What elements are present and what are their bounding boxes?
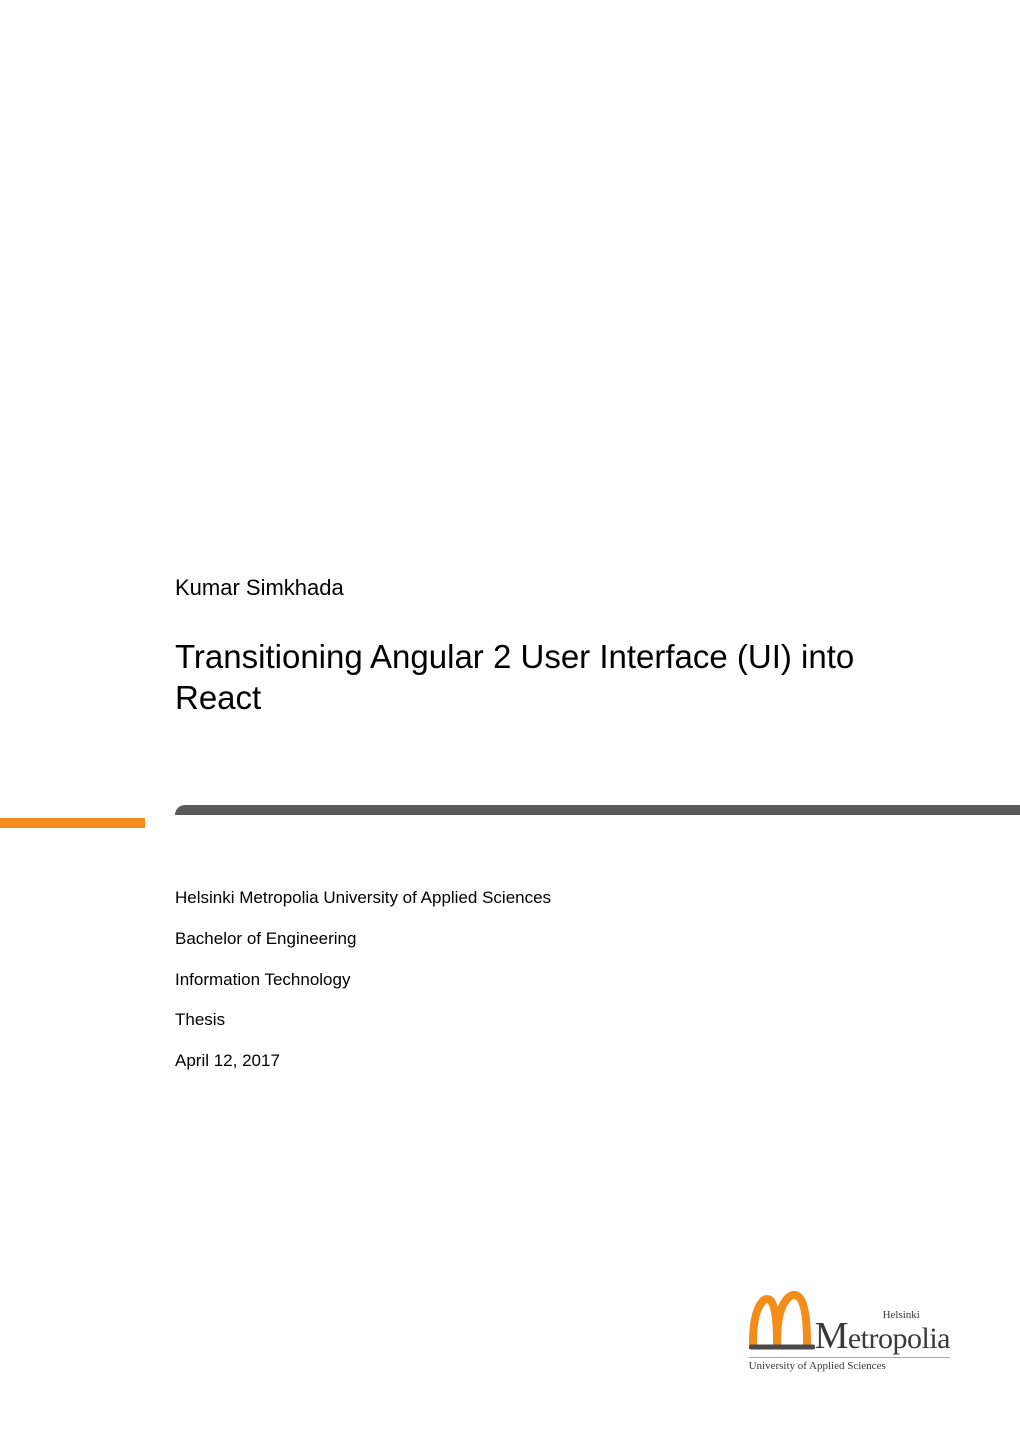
logo-subtitle: University of Applied Sciences	[749, 1357, 950, 1372]
date-line: April 12, 2017	[175, 1041, 551, 1082]
metropolia-logo: Helsinki Metropolia University of Applie…	[749, 1291, 950, 1372]
logo-main-text: Metropolia	[815, 1317, 950, 1355]
divider	[0, 805, 1020, 833]
title-block: Kumar Simkhada Transitioning Angular 2 U…	[175, 575, 935, 719]
degree-line: Bachelor of Engineering	[175, 919, 551, 960]
metadata-block: Helsinki Metropolia University of Applie…	[175, 878, 551, 1082]
institution-line: Helsinki Metropolia University of Applie…	[175, 878, 551, 919]
document-title: Transitioning Angular 2 User Interface (…	[175, 636, 935, 719]
metropolia-logo-icon	[749, 1291, 815, 1353]
divider-gray-bar	[175, 805, 1020, 815]
program-line: Information Technology	[175, 960, 551, 1001]
author-name: Kumar Simkhada	[175, 575, 935, 601]
doctype-line: Thesis	[175, 1000, 551, 1041]
divider-orange-bar	[0, 818, 145, 828]
